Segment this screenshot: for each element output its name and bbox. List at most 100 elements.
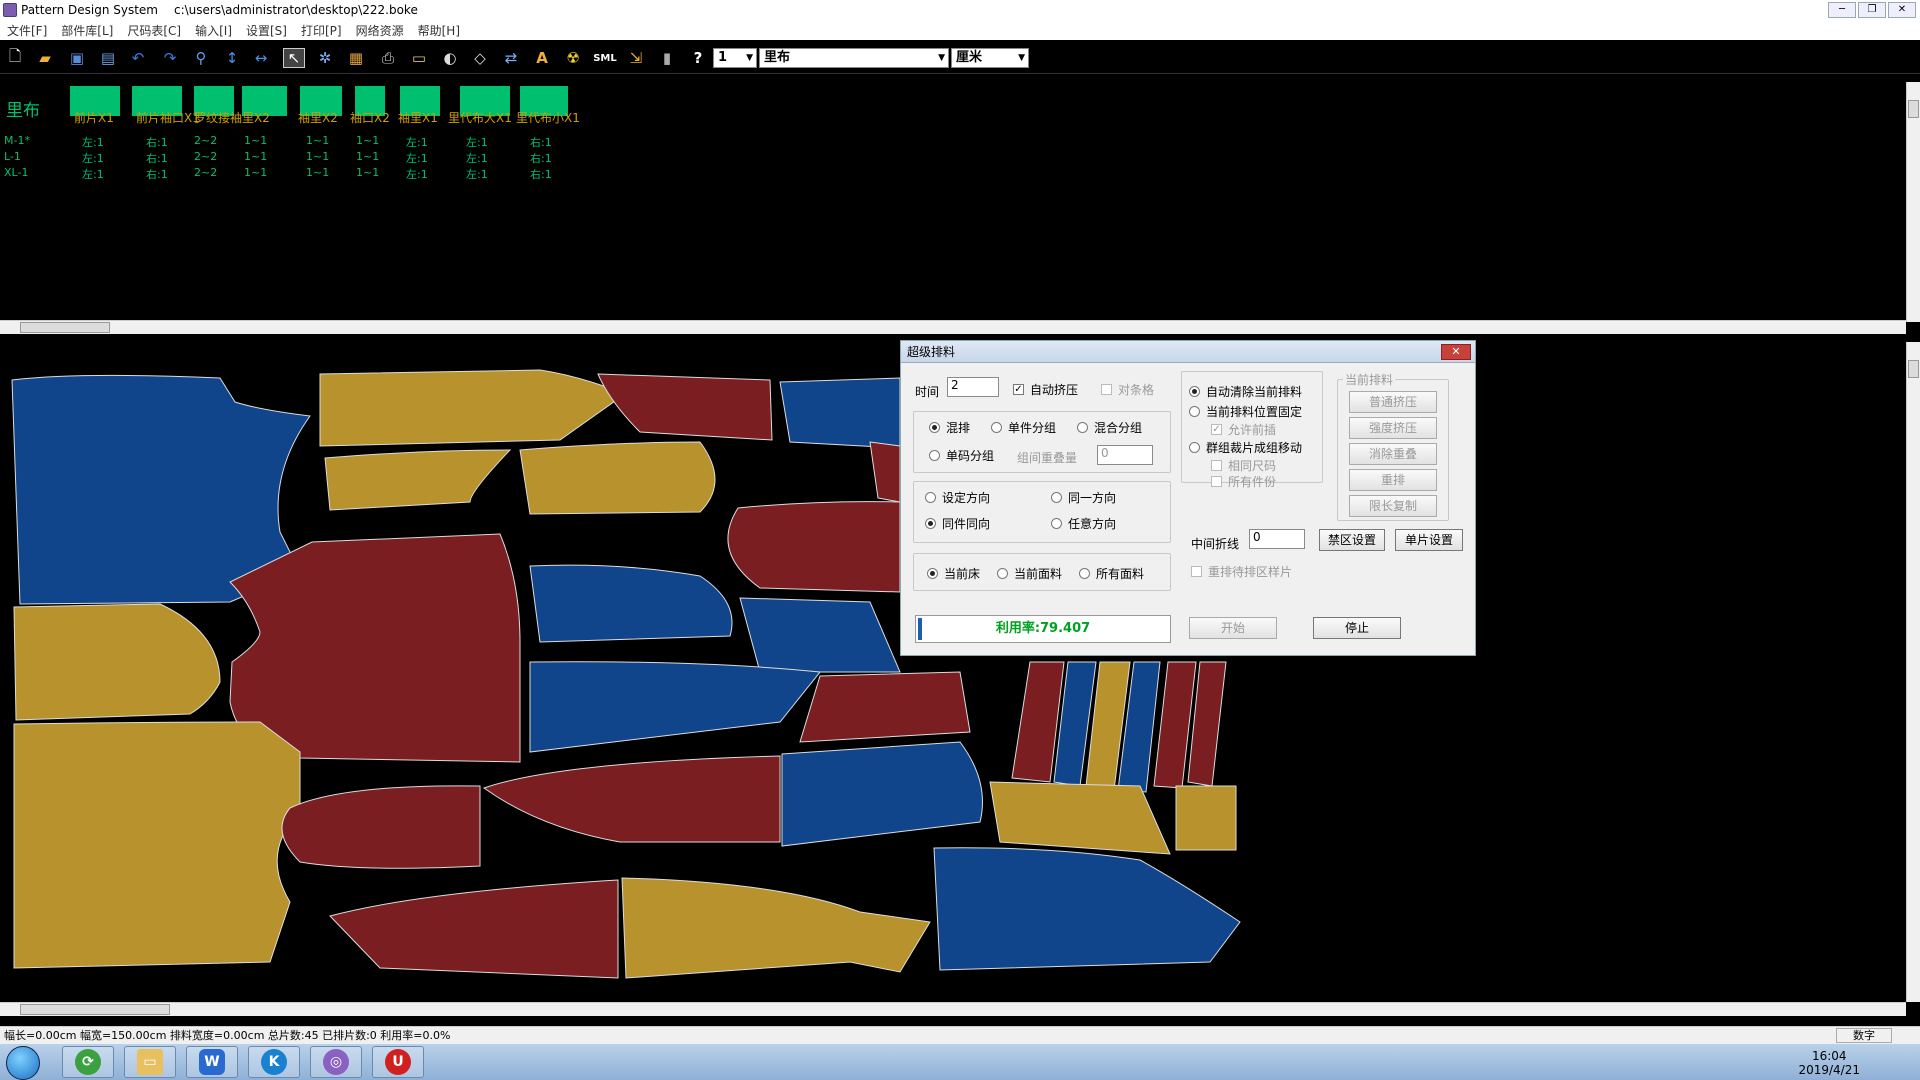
fix-position-radio[interactable]: 当前排料位置固定: [1189, 403, 1302, 420]
close-button[interactable]: ✕: [1888, 2, 1916, 18]
super-marker-dialog: 超级排料 ✕ 时间 2 ✓ 自动挤压 对条格 混排 单件分组 混合分组 单码分组 …: [900, 340, 1476, 656]
layout-wheel-icon[interactable]: ✲: [314, 48, 336, 68]
dialog-close-button[interactable]: ✕: [1441, 344, 1471, 360]
restore-button[interactable]: ❐: [1858, 2, 1886, 18]
auto-squeeze-checkbox[interactable]: ✓ 自动挤压: [1013, 381, 1078, 398]
table-cell: 右:1: [146, 136, 168, 149]
taskbar-k-app[interactable]: K: [248, 1046, 300, 1078]
sml-icon[interactable]: SML: [592, 48, 618, 68]
red-piece: [869, 441, 901, 503]
taskbar-explorer[interactable]: ▭: [124, 1046, 176, 1078]
same-piece-same-direction-radio[interactable]: 同件同向: [925, 515, 990, 532]
taskbar-browser[interactable]: ⟳: [62, 1046, 114, 1078]
single-piece-settings-button[interactable]: 单片设置: [1395, 529, 1463, 551]
rotate-icon[interactable]: ◐: [439, 48, 461, 68]
help-icon[interactable]: ?: [687, 48, 709, 68]
print-icon[interactable]: ⎙: [377, 48, 399, 68]
align-icon[interactable]: ⇄: [500, 48, 522, 68]
current-fabric-radio[interactable]: 当前面料: [997, 565, 1062, 582]
allow-front-insert-checkbox[interactable]: ✓ 允许前插: [1211, 421, 1276, 438]
bed-select[interactable]: 1 ▼: [713, 48, 757, 68]
open-folder-icon[interactable]: ▰: [34, 48, 56, 68]
vertical-move-icon[interactable]: ↕: [221, 48, 243, 68]
plotter-icon[interactable]: ▭: [408, 48, 430, 68]
main-vertical-scrollbar[interactable]: [1906, 342, 1920, 1002]
bottle-icon[interactable]: ▮: [656, 48, 678, 68]
table-cell: 1~1: [356, 134, 380, 147]
menu-size-chart[interactable]: 尺码表[C]: [127, 22, 181, 39]
size-row-label: XL-1: [4, 166, 29, 179]
red-piece: [281, 785, 481, 869]
menu-file[interactable]: 文件[F]: [7, 22, 47, 39]
stripes-checkbox[interactable]: 对条格: [1101, 381, 1154, 398]
system-clock[interactable]: 16:04 2019/4/21: [1798, 1049, 1860, 1077]
top-vertical-scrollbar[interactable]: [1906, 82, 1920, 322]
group-move-radio[interactable]: 群组裁片成组移动: [1189, 439, 1302, 456]
menu-input[interactable]: 输入[I]: [195, 22, 232, 39]
zoom-icon[interactable]: ⚲: [190, 48, 212, 68]
menu-settings[interactable]: 设置[S]: [246, 22, 287, 39]
mixed-radio[interactable]: 混排: [929, 419, 970, 436]
fabric-select[interactable]: 里布 ▼: [759, 48, 949, 68]
main-horizontal-scrollbar[interactable]: [0, 1002, 1906, 1016]
menu-print[interactable]: 打印[P]: [301, 22, 342, 39]
time-input[interactable]: 2: [947, 377, 999, 397]
strong-squeeze-button[interactable]: 强度挤压: [1349, 417, 1437, 439]
scroll-thumb[interactable]: [1908, 360, 1919, 378]
taskbar-pattern-app[interactable]: ◎: [310, 1046, 362, 1078]
save-icon[interactable]: ▣: [66, 48, 88, 68]
midfold-input[interactable]: 0: [1249, 529, 1305, 549]
single-group-radio[interactable]: 单件分组: [991, 419, 1056, 436]
text-icon[interactable]: A: [531, 48, 553, 68]
menu-network[interactable]: 网络资源: [356, 22, 404, 39]
save-as-icon[interactable]: ▤: [97, 48, 119, 68]
set-direction-radio[interactable]: 设定方向: [925, 489, 990, 506]
normal-squeeze-button[interactable]: 普通挤压: [1349, 391, 1437, 413]
red-piece: [597, 373, 773, 441]
taskbar-wps[interactable]: W: [186, 1046, 238, 1078]
group-overlap-input[interactable]: 0: [1097, 445, 1153, 465]
horizontal-move-icon[interactable]: ↔: [250, 48, 272, 68]
table-cell: 左:1: [406, 168, 428, 181]
redo-icon[interactable]: ↷: [159, 48, 181, 68]
scroll-thumb[interactable]: [20, 322, 110, 333]
start-button[interactable]: 开始: [1189, 617, 1277, 639]
repack-button[interactable]: 重排: [1349, 469, 1437, 491]
repack-waiting-checkbox[interactable]: 重排待排区样片: [1191, 563, 1292, 580]
flip-icon[interactable]: ◇: [469, 48, 491, 68]
start-button[interactable]: [6, 1046, 40, 1080]
unit-select[interactable]: 厘米 ▼: [951, 48, 1029, 68]
pattern-icon[interactable]: ▦: [345, 48, 367, 68]
mixed-group-radio[interactable]: 混合分组: [1077, 419, 1142, 436]
export-icon[interactable]: ⇲: [625, 48, 647, 68]
stop-button[interactable]: 停止: [1313, 617, 1401, 639]
chevron-down-icon: ▼: [746, 53, 753, 63]
top-horizontal-scrollbar[interactable]: [0, 320, 1906, 334]
scroll-thumb[interactable]: [1908, 100, 1919, 118]
any-direction-radio[interactable]: 任意方向: [1051, 515, 1116, 532]
radiation-icon[interactable]: ☢: [562, 48, 584, 68]
limit-copy-button[interactable]: 限长复制: [1349, 495, 1437, 517]
table-cell: 左:1: [82, 168, 104, 181]
scroll-thumb[interactable]: [20, 1004, 170, 1015]
forbidden-zone-button[interactable]: 禁区设置: [1319, 529, 1385, 551]
current-bed-radio[interactable]: 当前床: [927, 565, 980, 582]
all-pieces-checkbox[interactable]: 所有件份: [1211, 473, 1276, 490]
blue-piece: [529, 564, 733, 643]
clear-overlap-button[interactable]: 消除重叠: [1349, 443, 1437, 465]
same-size-checkbox[interactable]: 相同尺码: [1211, 457, 1276, 474]
undo-icon[interactable]: ↶: [127, 48, 149, 68]
menu-help[interactable]: 帮助[H]: [418, 22, 460, 39]
dialog-title-bar: 超级排料: [901, 341, 1475, 363]
auto-clear-radio[interactable]: 自动清除当前排料: [1189, 383, 1302, 400]
taskbar-red-app[interactable]: U: [372, 1046, 424, 1078]
all-fabrics-radio[interactable]: 所有面料: [1079, 565, 1144, 582]
minimize-button[interactable]: ─: [1828, 2, 1856, 18]
column-header: 袖里X2: [298, 111, 338, 125]
table-cell: 右:1: [146, 168, 168, 181]
single-size-group-radio[interactable]: 单码分组: [929, 447, 994, 464]
same-direction-radio[interactable]: 同一方向: [1051, 489, 1116, 506]
new-file-icon[interactable]: 🗋: [4, 47, 26, 68]
menu-parts-library[interactable]: 部件库[L]: [61, 22, 113, 39]
select-arrow-icon[interactable]: ↖: [283, 48, 305, 68]
